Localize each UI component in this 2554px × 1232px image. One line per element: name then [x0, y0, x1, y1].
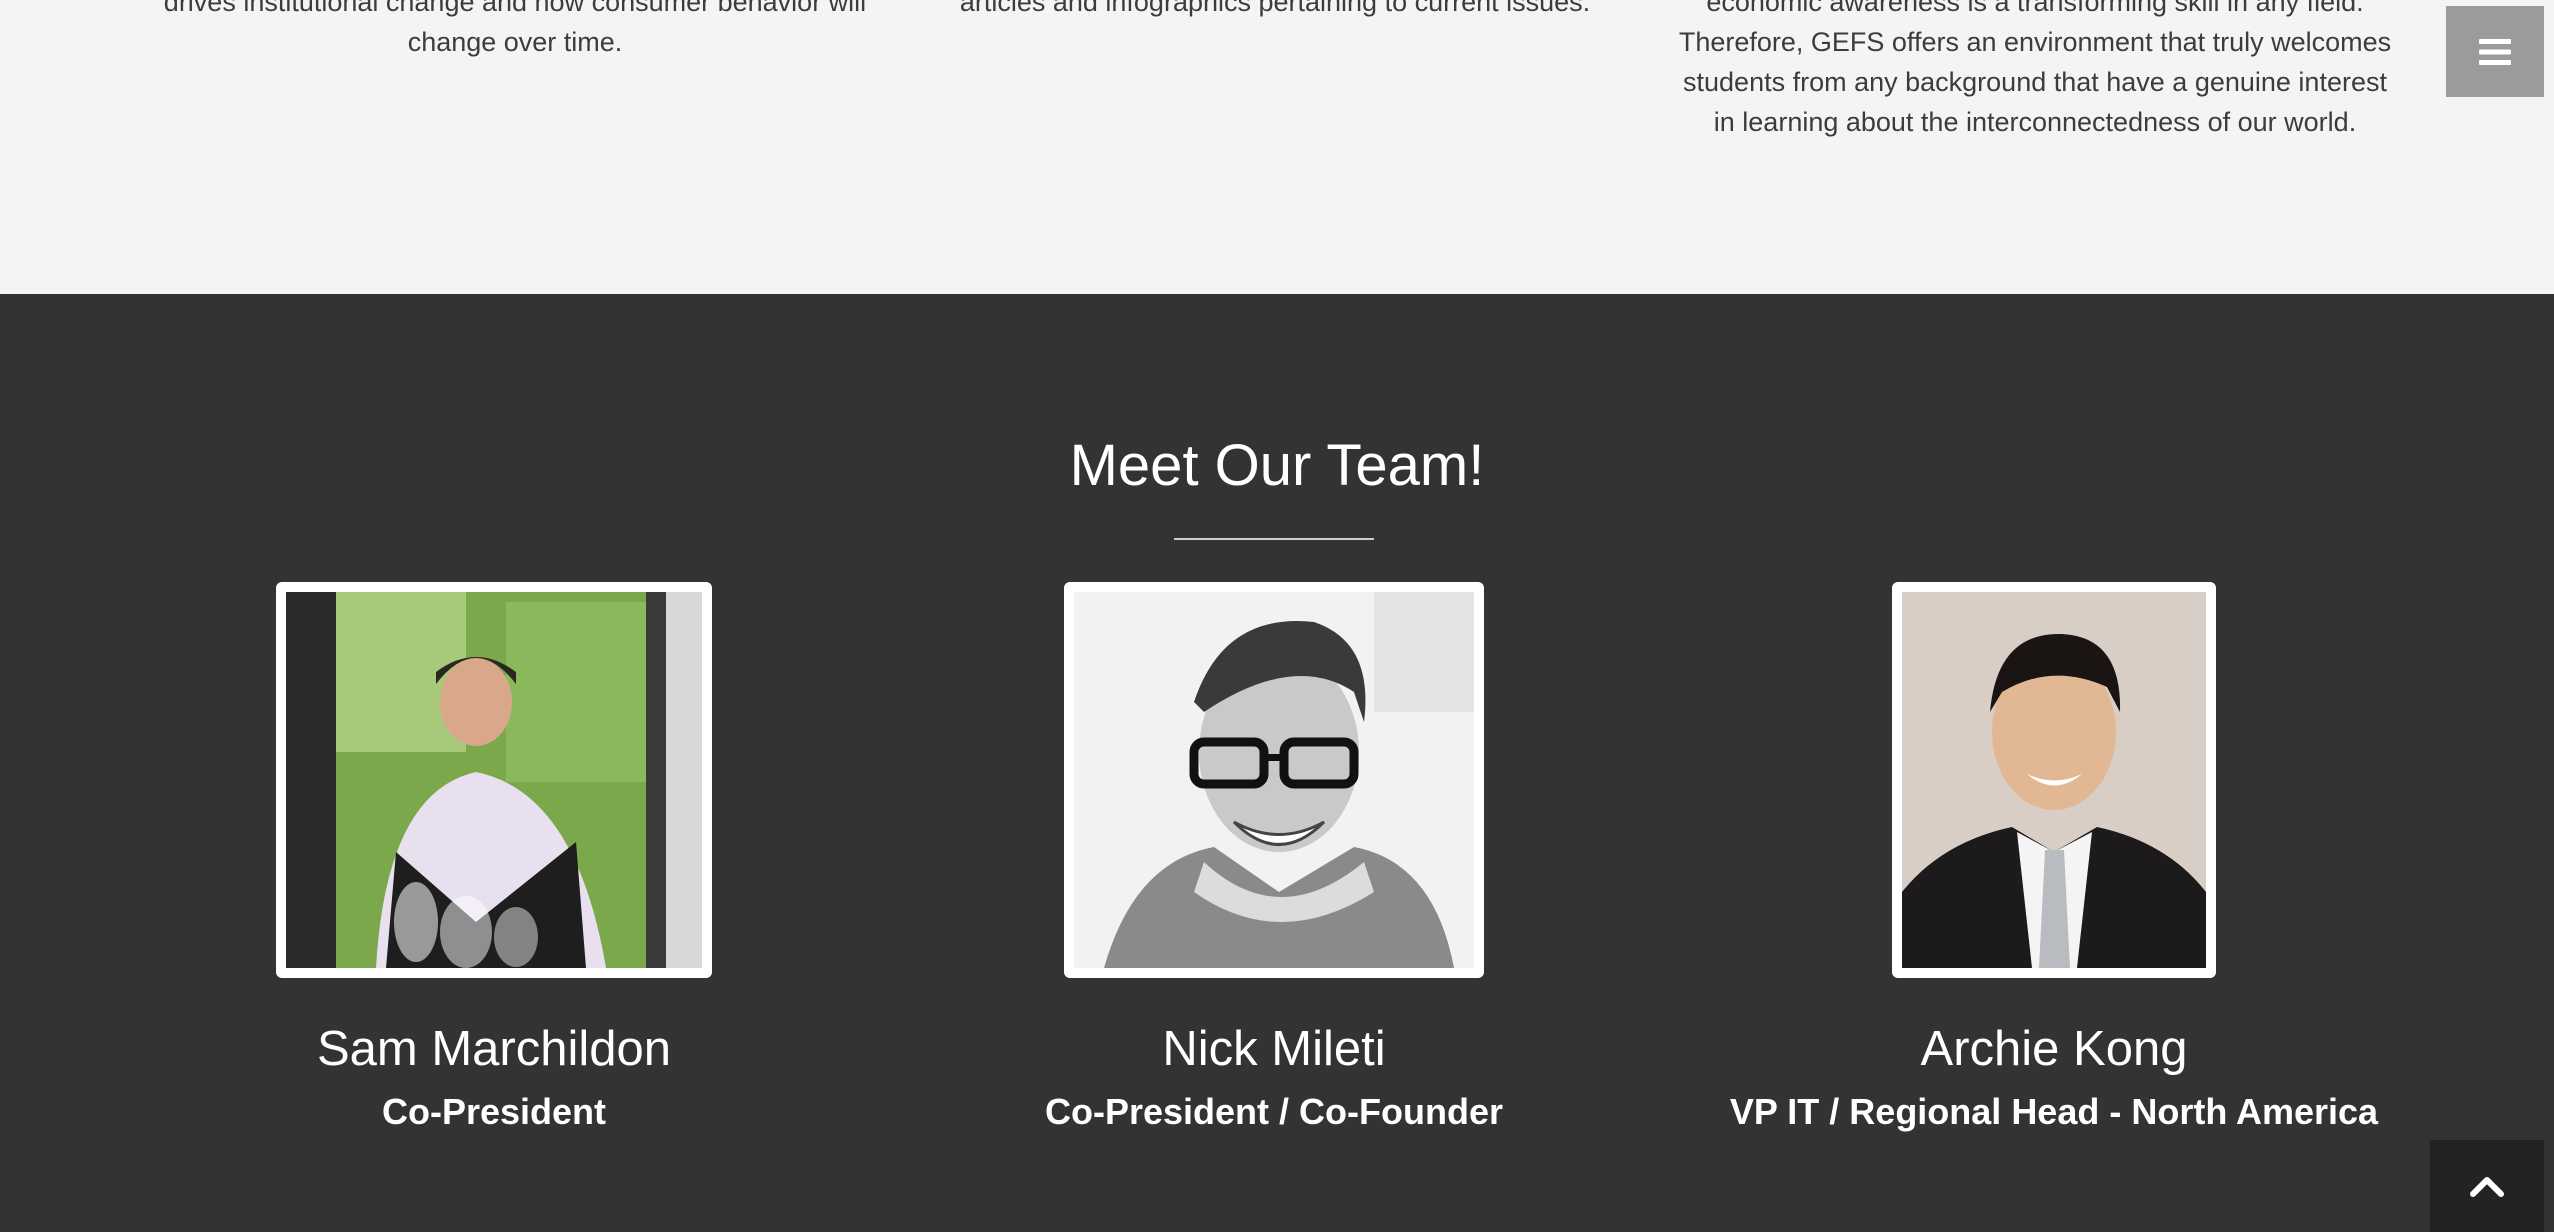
team-member-photo-image — [1902, 592, 2206, 968]
team-member-name: Sam Marchildon — [316, 1022, 672, 1076]
team-member-name: Nick Mileti — [1162, 1022, 1386, 1076]
team-section: Meet Our Team! Sam Marchildon Co-Preside… — [0, 294, 2554, 1232]
hamburger-menu-icon — [2479, 38, 2511, 65]
about-column-3-line: students from any background that have a… — [1683, 67, 2387, 97]
menu-toggle-button[interactable] — [2446, 6, 2544, 97]
about-column-3-line: in learning about the interconnectedness… — [1713, 107, 2357, 137]
about-column-1-line: change over time. — [407, 27, 623, 57]
team-member-photo-image — [1074, 592, 1474, 968]
team-member-photo — [1064, 582, 1484, 978]
back-to-top-button[interactable] — [2430, 1140, 2544, 1232]
team-member-photo — [276, 582, 712, 978]
team-section-title: Meet Our Team! — [1069, 433, 1485, 498]
about-section: drives institutional change and how cons… — [0, 0, 2554, 294]
about-column-3-line: economic awareness is a transforming ski… — [1706, 0, 2364, 17]
title-divider — [1174, 538, 1374, 540]
team-member-photo — [1892, 582, 2216, 978]
team-member-role: Co-President / Co-Founder — [1045, 1091, 1503, 1132]
team-member-photo-image — [286, 592, 702, 968]
about-column-1: drives institutional change and how cons… — [140, 0, 890, 62]
about-column-3-line: Therefore, GEFS offers an environment th… — [1678, 27, 2392, 57]
chevron-up-icon — [2470, 1177, 2504, 1197]
team-member-name: Archie Kong — [1920, 1022, 2188, 1076]
team-member-role: VP IT / Regional Head - North America — [1729, 1091, 2379, 1132]
about-column-1-line: drives institutional change and how cons… — [163, 0, 867, 17]
about-column-2: articles and infographics pertaining to … — [900, 0, 1650, 22]
about-column-3: economic awareness is a transforming ski… — [1660, 0, 2410, 142]
about-column-2-line: articles and infographics pertaining to … — [959, 0, 1591, 17]
team-member-role: Co-President — [381, 1091, 607, 1132]
